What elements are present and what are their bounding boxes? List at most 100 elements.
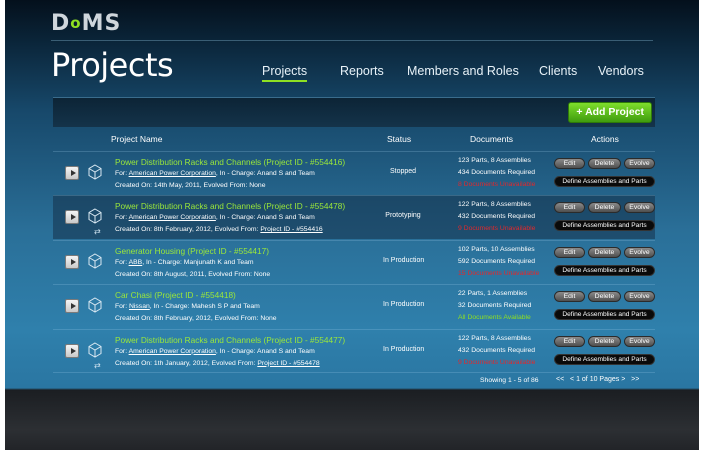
client-link[interactable]: American Power Corporation <box>129 170 216 177</box>
project-title[interactable]: Power Distribution Racks and Channels (P… <box>115 335 345 345</box>
documents-availability: All Documents Available <box>458 314 531 322</box>
define-assemblies-button[interactable]: Define Assemblies and Parts <box>554 353 655 365</box>
table-header: Project Name Status Documents Actions <box>53 127 655 151</box>
list-divider <box>53 372 655 373</box>
project-title[interactable]: Power Distribution Racks and Channels (P… <box>115 157 345 167</box>
project-client-line: For: American Power Corporation, In - Ch… <box>115 214 315 222</box>
cube-icon <box>88 208 102 224</box>
project-row: Car Chasi (Project ID - #554418) For: Ni… <box>53 284 655 328</box>
delete-button[interactable]: Delete <box>588 202 621 214</box>
define-assemblies-button[interactable]: Define Assemblies and Parts <box>554 264 655 276</box>
documents-required: 32 Documents Required <box>458 302 532 310</box>
project-row: Generator Housing (Project ID - #554417)… <box>53 239 655 284</box>
app-window: DoMS Projects Projects Reports Members a… <box>5 0 699 450</box>
evolved-from-link[interactable]: Project ID - #554416 <box>260 226 322 233</box>
cube-icon <box>88 253 102 269</box>
edit-button[interactable]: Edit <box>554 202 585 214</box>
project-created-line: Created On: 14th May, 2011, Evolved From… <box>115 182 266 189</box>
nav-vendors[interactable]: Vendors <box>598 64 644 78</box>
evolve-button[interactable]: Evolve <box>624 335 655 347</box>
toolbar: + Add Project <box>53 97 655 127</box>
evolve-button[interactable]: Evolve <box>624 291 655 303</box>
edit-button[interactable]: Edit <box>554 291 585 303</box>
evolve-button[interactable]: Evolve <box>624 246 655 258</box>
expand-play-icon[interactable] <box>65 210 79 225</box>
page-indicator: 1 of 10 Pages <box>576 376 620 383</box>
nav-reports[interactable]: Reports <box>340 64 384 78</box>
project-row: Power Distribution Racks and Channels (P… <box>53 151 655 195</box>
cube-icon <box>88 164 102 180</box>
project-created-line: Created On: 8th August, 2011, Evolved Fr… <box>115 270 271 278</box>
documents-availability: 9 Documents Unavailable <box>458 225 536 233</box>
documents-availability: 9 Documents Unavailable <box>458 358 536 366</box>
first-page-link[interactable]: << <box>556 376 564 383</box>
edit-button[interactable]: Edit <box>554 158 585 169</box>
project-created-line: Created On: 8th February, 2012, Evolved … <box>115 226 323 234</box>
last-page-link[interactable]: >> <box>631 376 639 383</box>
column-documents: Documents <box>470 134 513 144</box>
prev-page-link[interactable]: < <box>570 376 574 383</box>
column-project-name: Project Name <box>111 134 163 144</box>
project-client-line: For: American Power Corporation, In - Ch… <box>115 170 315 177</box>
define-assemblies-button[interactable]: Define Assemblies and Parts <box>554 220 655 232</box>
evolved-from-link[interactable]: Project ID - #554478 <box>257 360 319 367</box>
project-title[interactable]: Generator Housing (Project ID - #554417) <box>115 246 269 256</box>
documents-required: 432 Documents Required <box>458 213 536 221</box>
evolve-arrows-icon: ⇄ <box>94 360 101 370</box>
project-row: ⇄ Power Distribution Racks and Channels … <box>53 328 655 373</box>
cube-icon <box>88 342 102 358</box>
define-assemblies-button[interactable]: Define Assemblies and Parts <box>554 176 655 187</box>
delete-button[interactable]: Delete <box>588 158 621 169</box>
expand-play-icon[interactable] <box>65 166 79 180</box>
nav-projects[interactable]: Projects <box>262 64 308 82</box>
documents-availability: 8 Documents Unavailable <box>458 181 536 188</box>
edit-button[interactable]: Edit <box>554 335 585 347</box>
client-link[interactable]: American Power Corporation <box>129 348 216 355</box>
client-link[interactable]: American Power Corporation <box>129 214 216 221</box>
pagination: << < 1 of 10 Pages > >> <box>556 376 639 383</box>
status-text: In Production <box>383 301 425 309</box>
pagination-summary: Showing 1 - 5 of 86 <box>480 377 539 384</box>
expand-play-icon[interactable] <box>65 299 79 314</box>
delete-button[interactable]: Delete <box>588 291 621 303</box>
nav-clients[interactable]: Clients <box>539 64 577 78</box>
project-client-line: For: ABB, In - Charge: Manjunath K and T… <box>115 258 254 266</box>
parts-count: 122 Parts, 8 Assemblies <box>458 334 531 342</box>
main-nav: Projects Reports Members and Roles Clien… <box>5 64 699 84</box>
evolve-button[interactable]: Evolve <box>624 158 655 169</box>
project-created-line: Created On: 1th January, 2012, Evolved F… <box>115 359 320 367</box>
column-actions: Actions <box>591 134 619 144</box>
project-row: ⇄ Power Distribution Racks and Channels … <box>53 195 655 240</box>
documents-required: 592 Documents Required <box>458 257 536 265</box>
project-title[interactable]: Power Distribution Racks and Channels (P… <box>115 201 345 211</box>
expand-play-icon[interactable] <box>65 343 79 358</box>
evolve-arrows-icon: ⇄ <box>94 227 101 237</box>
status-text: Stopped <box>389 168 417 175</box>
parts-count: 102 Parts, 10 Assemblies <box>458 245 535 253</box>
project-client-line: For: Nissan, In - Charge: Mahesh S P and… <box>115 303 260 311</box>
parts-count: 122 Parts, 8 Assemblies <box>458 201 531 209</box>
define-assemblies-button[interactable]: Define Assemblies and Parts <box>554 309 655 321</box>
doms-logo: DoMS <box>51 11 122 36</box>
client-link[interactable]: ABB <box>129 259 143 266</box>
add-project-button[interactable]: + Add Project <box>568 102 652 123</box>
next-page-link[interactable]: > <box>621 376 625 383</box>
project-created-line: Created On: 8th February, 2012, Evolved … <box>115 315 277 323</box>
documents-availability: 15 Documents Unavailable <box>458 269 540 277</box>
evolve-button[interactable]: Evolve <box>624 202 655 214</box>
parts-count: 22 Parts, 1 Assemblies <box>458 290 528 298</box>
edit-button[interactable]: Edit <box>554 246 585 258</box>
cube-icon <box>88 297 102 313</box>
delete-button[interactable]: Delete <box>588 335 621 347</box>
client-link[interactable]: Nissan <box>129 303 150 310</box>
documents-required: 432 Documents Required <box>458 346 536 354</box>
status-text: In Production <box>383 256 425 264</box>
status-text: In Production <box>383 345 425 353</box>
project-title[interactable]: Car Chasi (Project ID - #554418) <box>115 290 236 300</box>
project-client-line: For: American Power Corporation, In - Ch… <box>115 347 315 355</box>
delete-button[interactable]: Delete <box>588 246 621 258</box>
expand-play-icon[interactable] <box>65 254 79 269</box>
nav-members-and-roles[interactable]: Members and Roles <box>407 64 519 78</box>
parts-count: 123 Parts, 8 Assemblies <box>458 157 531 164</box>
column-status: Status <box>387 134 412 144</box>
